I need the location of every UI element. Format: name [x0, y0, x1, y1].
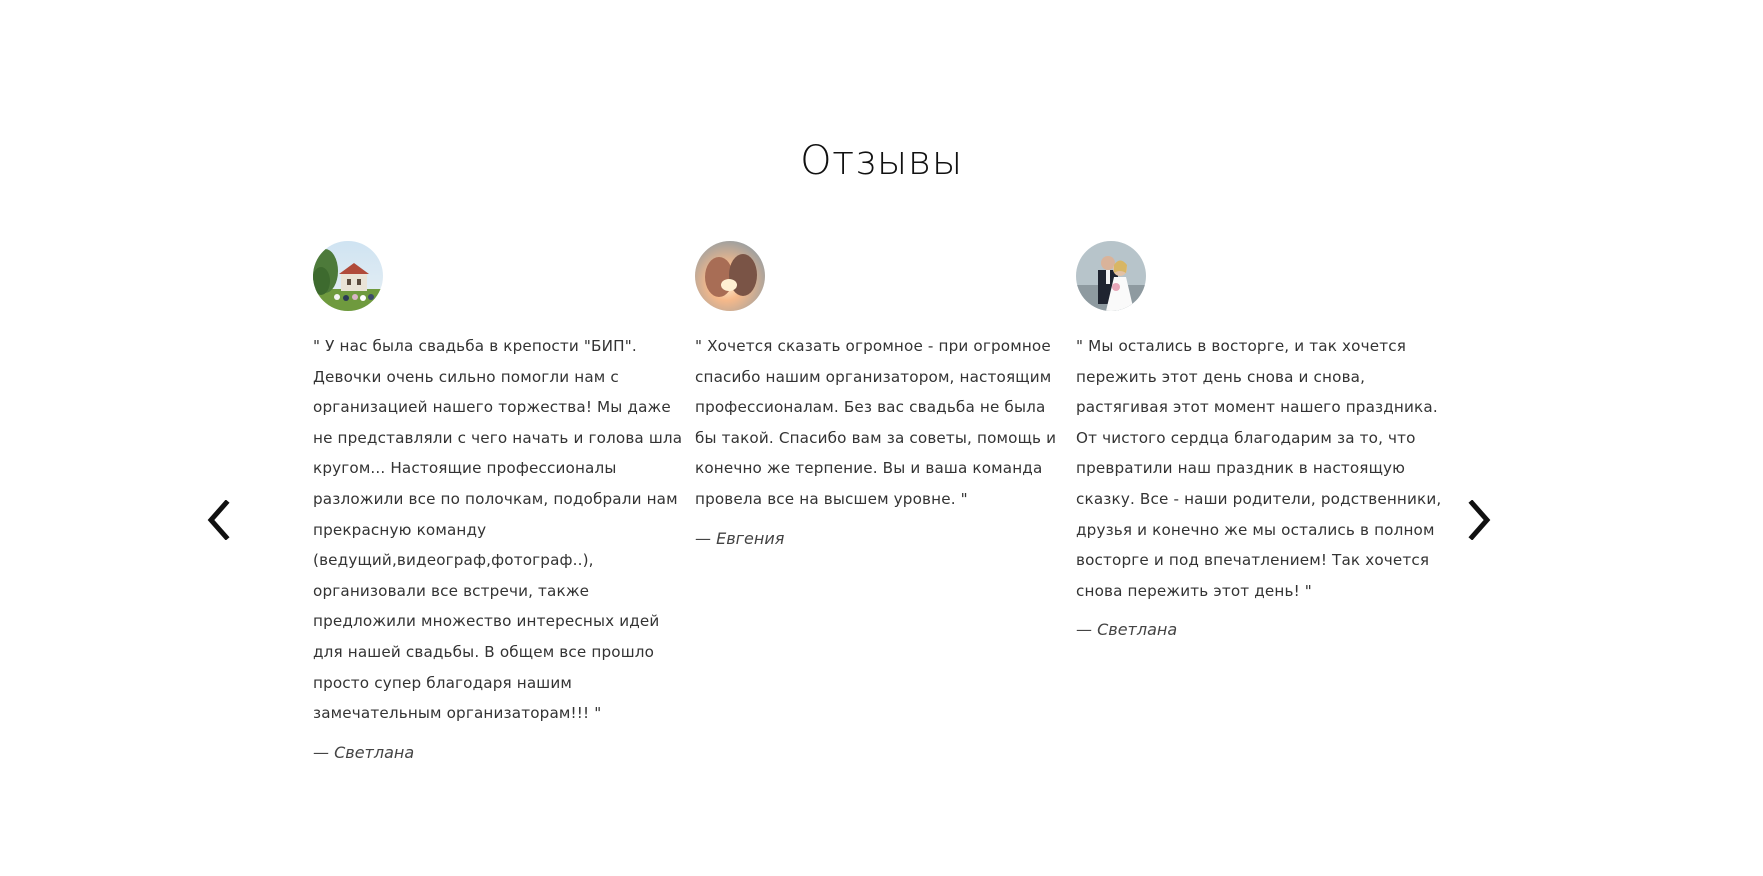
reviewer-avatar [313, 241, 383, 311]
carousel-prev-button[interactable] [198, 496, 238, 544]
reviews-section: Отзывы " У нас была свадьба в крепости "… [0, 0, 1763, 876]
review-text: " Хочется сказать огромное - при огромно… [695, 337, 1057, 508]
section-title: Отзывы [800, 138, 963, 184]
chevron-right-icon [1468, 500, 1491, 540]
review-card: " Хочется сказать огромное - при огромно… [695, 241, 1065, 548]
review-text: " У нас была свадьба в крепости "БИП". Д… [313, 337, 683, 723]
bride-groom-photo [1076, 241, 1146, 311]
review-author: — Светлана [1076, 620, 1178, 640]
reviewer-avatar [1076, 241, 1146, 311]
wedding-fortress-photo [313, 241, 383, 311]
review-card: " У нас была свадьба в крепости "БИП". Д… [313, 241, 683, 762]
review-author: — Светлана [313, 742, 415, 762]
review-card: " Мы остались в восторге, и так хочется … [1076, 241, 1446, 639]
couple-sunset-photo [695, 241, 765, 311]
review-text: " Мы остались в восторге, и так хочется … [1076, 337, 1442, 600]
review-author: — Евгения [695, 528, 785, 548]
chevron-left-icon [207, 500, 230, 540]
reviewer-avatar [695, 241, 765, 311]
carousel-next-button[interactable] [1460, 496, 1500, 544]
